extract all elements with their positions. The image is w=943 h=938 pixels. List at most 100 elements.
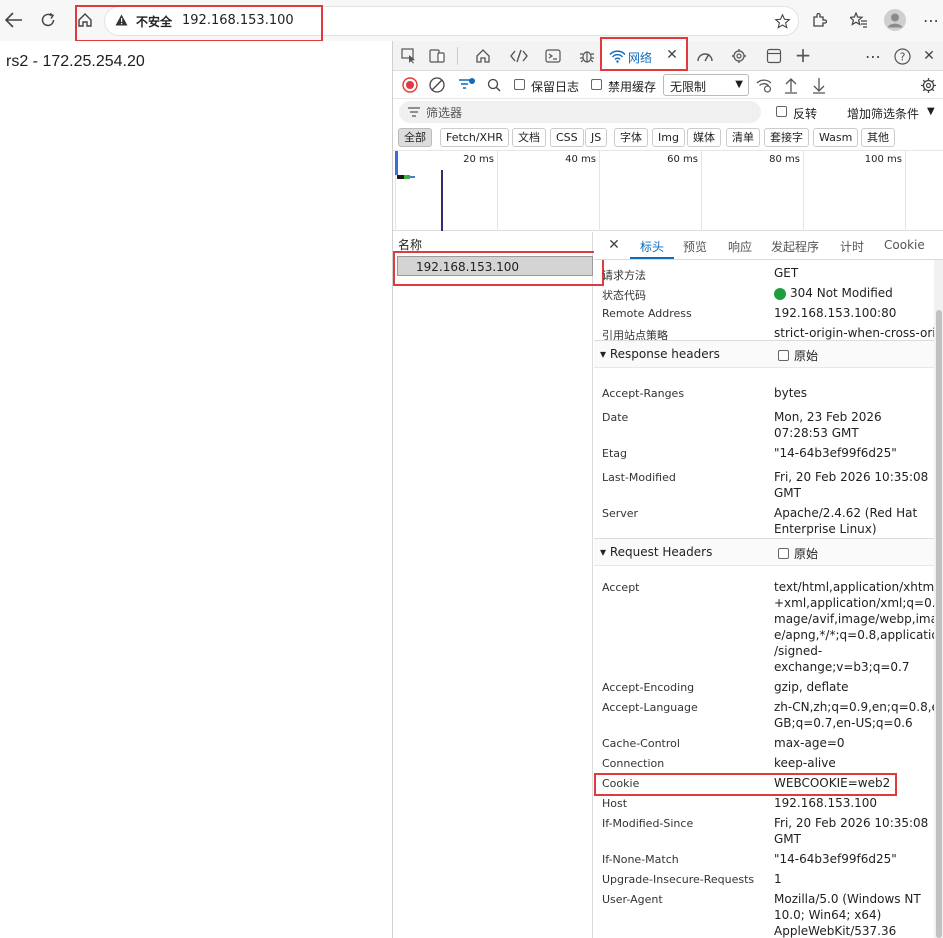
detail-tab-initiator[interactable]: 发起程序 <box>771 238 819 255</box>
export-download-icon[interactable] <box>810 75 828 95</box>
detail-tab-headers[interactable]: 标头 <box>640 238 664 255</box>
back-arrow-icon[interactable] <box>2 8 26 32</box>
search-icon[interactable] <box>485 76 503 94</box>
header-value: Enterprise Linux) <box>774 522 877 536</box>
timeline-tick: 40 ms <box>497 151 599 231</box>
help-icon[interactable]: ? <box>892 46 912 66</box>
detail-scrollbar[interactable] <box>934 260 943 938</box>
header-name: Cache-Control <box>602 737 680 750</box>
performance-gauge-icon[interactable] <box>695 46 715 66</box>
console-icon[interactable] <box>543 46 563 66</box>
detail-tab-timing[interactable]: 计时 <box>840 238 864 255</box>
header-name: If-Modified-Since <box>602 817 694 830</box>
type-filter-media[interactable]: 媒体 <box>687 128 721 147</box>
throttle-value: 无限制 <box>670 80 707 94</box>
header-value: text/html,application/xhtml <box>774 580 938 594</box>
header-value: Mozilla/5.0 (Windows NT <box>774 892 921 906</box>
header-name: Connection <box>602 757 665 770</box>
header-name: If-None-Match <box>602 853 679 866</box>
throttle-select[interactable]: 无限制 ▼ <box>663 74 749 96</box>
close-detail-icon[interactable]: ✕ <box>606 237 622 253</box>
type-filter-bar: 全部 Fetch/XHR 文档 CSS JS 字体 Img 媒体 清单 套接字 … <box>393 125 943 151</box>
response-raw-label: 原始 <box>794 349 819 363</box>
header-value: GMT <box>774 832 801 846</box>
more-filters-button[interactable]: 增加筛选条件 <box>847 105 919 122</box>
more-filters-chevron-icon[interactable]: ▼ <box>927 106 935 117</box>
type-filter-manifest[interactable]: 清单 <box>726 128 760 147</box>
request-headers-header[interactable]: ▾ Request Headers 原始 <box>594 538 934 566</box>
favorites-icon[interactable] <box>848 9 870 31</box>
type-filter-font[interactable]: 字体 <box>614 128 648 147</box>
filter-input[interactable]: 筛选器 <box>399 101 761 123</box>
inspect-element-icon[interactable] <box>399 46 419 66</box>
chevron-down-icon: ▼ <box>735 79 743 90</box>
header-name: Remote Address <box>602 307 692 320</box>
header-value: keep-alive <box>774 756 836 770</box>
invert-checkbox[interactable] <box>776 106 787 117</box>
type-filter-doc[interactable]: 文档 <box>512 128 546 147</box>
disable-cache-checkbox[interactable] <box>591 79 602 90</box>
type-filter-css[interactable]: CSS <box>550 128 584 147</box>
header-value: mage/avif,image/webp,imag <box>774 612 943 626</box>
device-emulation-icon[interactable] <box>427 46 447 66</box>
header-value: +xml,application/xml;q=0.9,i <box>774 596 943 610</box>
profile-avatar-icon[interactable] <box>883 8 907 32</box>
refresh-icon[interactable] <box>36 8 60 32</box>
sources-bug-icon[interactable] <box>577 46 597 66</box>
header-value: AppleWebKit/537.36 <box>774 924 897 938</box>
header-value: e/apng,*/*;q=0.8,application <box>774 628 943 642</box>
detail-tab-strip: ✕ 标头 预览 响应 发起程序 计时 Cookie <box>594 232 943 260</box>
header-value: GET <box>774 266 799 280</box>
record-icon[interactable] <box>401 76 419 94</box>
header-name: Upgrade-Insecure-Requests <box>602 873 755 886</box>
cookie-highlight-box <box>594 773 897 796</box>
preserve-log-label: 保留日志 <box>531 80 580 94</box>
type-filter-all[interactable]: 全部 <box>398 128 432 147</box>
elements-code-icon[interactable] <box>509 46 529 66</box>
type-filter-js[interactable]: JS <box>585 128 608 147</box>
extensions-icon[interactable] <box>808 9 830 31</box>
settings-gear-chip-icon[interactable] <box>729 46 749 66</box>
devtools-more-icon[interactable]: ⋯ <box>863 46 883 66</box>
header-value: 192.168.153.100:80 <box>774 306 897 320</box>
detail-tab-preview[interactable]: 预览 <box>683 238 707 255</box>
application-panel-icon[interactable] <box>764 46 784 66</box>
close-devtools-icon[interactable]: ✕ <box>919 46 939 66</box>
network-control-bar: 保留日志 禁用缓存 无限制 ▼ <box>393 71 943 99</box>
type-filter-fetch-xhr[interactable]: Fetch/XHR <box>440 128 509 147</box>
timeline-marker <box>395 151 398 175</box>
network-settings-gear-icon[interactable] <box>918 75 938 95</box>
type-filter-img[interactable]: Img <box>652 128 685 147</box>
response-raw-checkbox[interactable] <box>778 350 789 361</box>
request-raw-checkbox[interactable] <box>778 548 789 559</box>
header-value: 07:28:53 GMT <box>774 426 859 440</box>
header-value: GMT <box>774 486 801 500</box>
scrollbar-thumb[interactable] <box>936 310 942 938</box>
devtools-panel: 网络 ✕ + ⋯ ? ✕ 保留日志 禁用缓存 无限制 ▼ 筛选器 反转 增加筛选… <box>392 37 943 938</box>
filter-bar: 筛选器 反转 增加筛选条件 ▼ <box>393 99 943 125</box>
preserve-log-checkbox[interactable] <box>514 79 525 90</box>
type-filter-wasm[interactable]: Wasm <box>813 128 859 147</box>
import-upload-icon[interactable] <box>782 75 800 95</box>
svg-text:?: ? <box>899 50 905 63</box>
network-conditions-icon[interactable] <box>755 76 773 94</box>
add-tool-plus-icon[interactable]: + <box>793 43 813 67</box>
header-name: Accept-Ranges <box>602 387 685 400</box>
type-filter-socket[interactable]: 套接字 <box>764 128 809 147</box>
detail-tab-cookies[interactable]: Cookie <box>884 238 925 252</box>
favorite-star-icon[interactable] <box>772 11 792 31</box>
request-raw-label: 原始 <box>794 547 819 561</box>
header-value: "14-64b3ef99f6d25" <box>774 852 897 866</box>
clear-icon[interactable] <box>428 76 446 94</box>
detail-tab-response[interactable]: 响应 <box>728 238 752 255</box>
header-value: bytes <box>774 386 808 400</box>
header-name: Host <box>602 797 628 810</box>
more-menu-icon[interactable]: ⋯ <box>920 8 942 32</box>
timeline-tick: 60 ms <box>599 151 701 231</box>
filter-funnel-icon[interactable] <box>457 75 477 95</box>
type-filter-other[interactable]: 其他 <box>861 128 895 147</box>
response-headers-header[interactable]: ▾ Response headers 原始 <box>594 340 934 368</box>
welcome-home-icon[interactable] <box>473 46 493 66</box>
header-name: Date <box>602 411 629 424</box>
timeline-overview[interactable]: 20 ms 40 ms 60 ms 80 ms 100 ms <box>393 151 943 231</box>
